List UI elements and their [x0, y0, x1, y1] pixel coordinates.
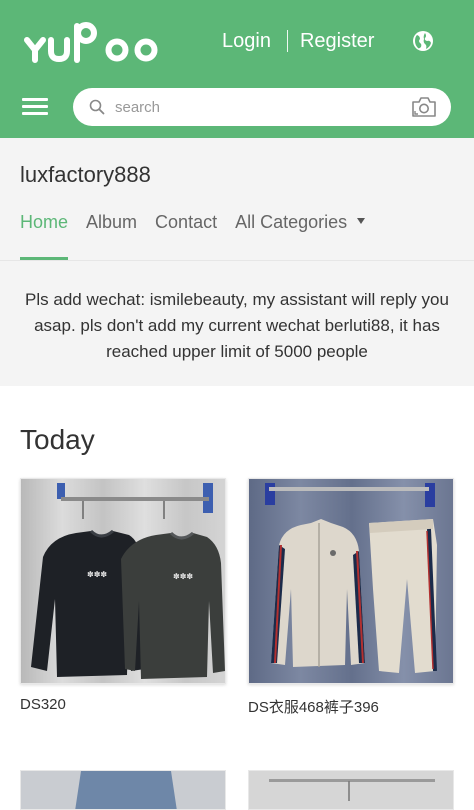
- album-thumbnail[interactable]: [248, 478, 454, 684]
- top-header: Login Register: [0, 0, 474, 138]
- svg-text:✽✽✽: ✽✽✽: [173, 572, 193, 581]
- tab-label: All Categories: [235, 212, 348, 232]
- yupoo-logo[interactable]: [22, 18, 164, 66]
- album-title[interactable]: DS衣服468裤子396: [248, 696, 454, 717]
- menu-bar: [22, 112, 48, 115]
- store-tabs: Home Album Contact All Categories: [20, 212, 383, 260]
- globe-icon[interactable]: [412, 30, 434, 52]
- caret-down-icon: [357, 218, 366, 224]
- tab-label: Home: [20, 212, 69, 232]
- album-photo-sweatshirts: ✽✽✽ ✽✽✽: [21, 479, 225, 683]
- store-notice: Pls add wechat: ismilebeauty, my assista…: [0, 260, 474, 386]
- section-title: Today: [20, 424, 95, 455]
- album-photo-tracksuit: [249, 479, 453, 683]
- album-card[interactable]: ✽✽✽ ✽✽✽ DS320: [20, 478, 226, 713]
- search-input[interactable]: [115, 96, 395, 118]
- album-card-partial[interactable]: [248, 770, 454, 810]
- auth-divider: [286, 30, 288, 52]
- tab-all-categories[interactable]: All Categories: [235, 212, 366, 260]
- register-link[interactable]: Register: [300, 30, 374, 53]
- store-name: luxfactory888: [20, 162, 151, 187]
- tab-album[interactable]: Album: [86, 212, 137, 260]
- tab-contact[interactable]: Contact: [155, 212, 217, 260]
- menu-bar: [22, 98, 48, 101]
- camera-icon[interactable]: [411, 96, 437, 118]
- album-photo-partial: [21, 771, 225, 809]
- search-bar: [73, 88, 451, 126]
- store-panel: luxfactory888 Home Album Contact All Cat…: [0, 138, 474, 260]
- album-card[interactable]: DS衣服468裤子396: [248, 478, 454, 717]
- album-card-partial[interactable]: [20, 770, 226, 810]
- album-thumbnail[interactable]: ✽✽✽ ✽✽✽: [20, 478, 226, 684]
- tab-label: Album: [86, 212, 138, 232]
- tab-label: Contact: [155, 212, 218, 232]
- album-title[interactable]: DS320: [20, 696, 226, 713]
- auth-links: Login Register: [222, 28, 374, 54]
- menu-bar: [22, 105, 48, 108]
- tab-home[interactable]: Home: [20, 212, 69, 260]
- search-icon[interactable]: [89, 99, 105, 115]
- svg-text:✽✽✽: ✽✽✽: [87, 570, 107, 579]
- login-link[interactable]: Login: [222, 30, 271, 53]
- hamburger-icon[interactable]: [22, 96, 48, 118]
- album-photo-partial: [249, 771, 453, 809]
